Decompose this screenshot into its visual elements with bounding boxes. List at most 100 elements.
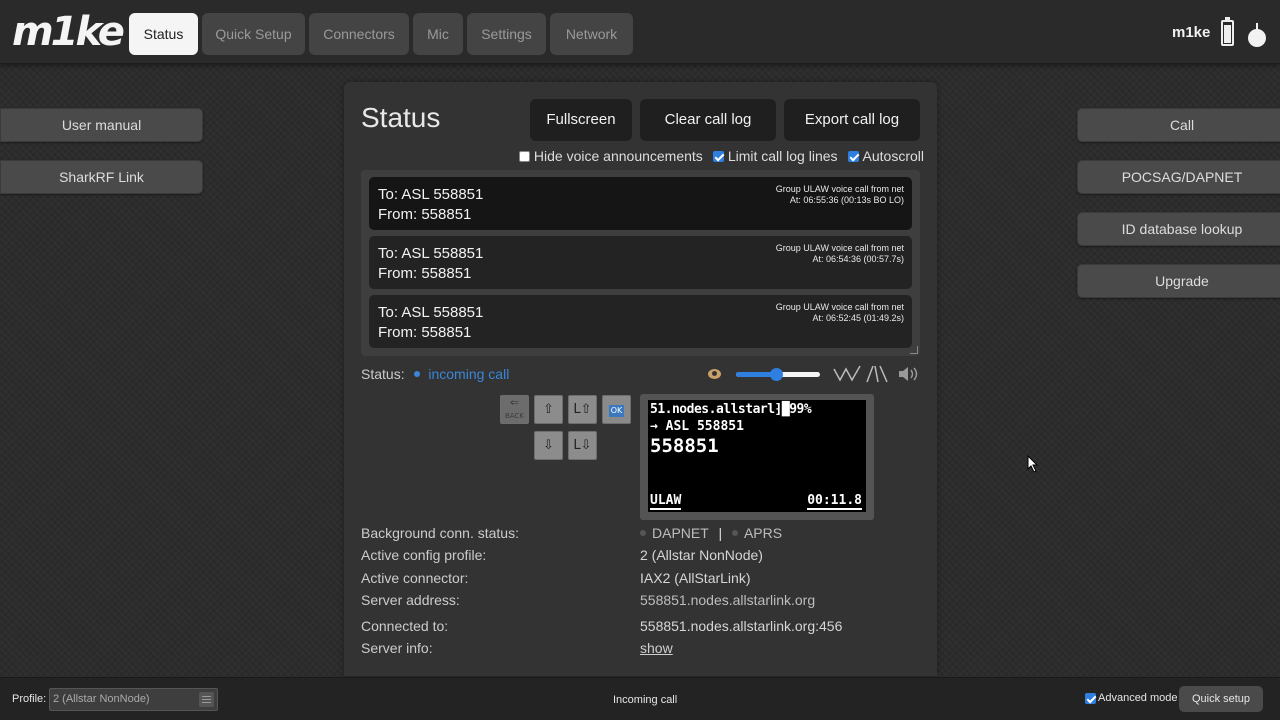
call-button[interactable]: Call bbox=[1077, 108, 1280, 142]
fullscreen-button[interactable]: Fullscreen bbox=[530, 99, 632, 141]
audio-graph-icon[interactable] bbox=[865, 365, 889, 383]
resize-handle-icon[interactable] bbox=[910, 346, 918, 354]
call-meta: Group ULAW voice call from net At: 06:52… bbox=[776, 302, 904, 324]
upgrade-button[interactable]: Upgrade bbox=[1077, 264, 1280, 298]
call-meta: Group ULAW voice call from net At: 06:54… bbox=[776, 243, 904, 265]
call-from: From: 558851 bbox=[378, 265, 472, 282]
tab-connectors[interactable]: Connectors bbox=[309, 13, 409, 55]
call-log[interactable]: To: ASL 558851 From: 558851 Group ULAW v… bbox=[361, 170, 920, 356]
call-log-entry[interactable]: To: ASL 558851 From: 558851 Group ULAW v… bbox=[369, 295, 912, 348]
lcd-display: 51.nodes.allstarl⁆█99% → ASL 558851 5588… bbox=[648, 400, 866, 512]
status-dot-icon bbox=[414, 371, 421, 377]
battery-icon bbox=[1221, 17, 1234, 46]
aprs-label: APRS bbox=[743, 525, 783, 541]
export-call-log-button[interactable]: Export call log bbox=[784, 99, 920, 141]
waveform-icon[interactable] bbox=[833, 365, 861, 383]
user-manual-button[interactable]: User manual bbox=[0, 108, 203, 142]
autoscroll-option[interactable]: Autoscroll bbox=[847, 148, 924, 164]
footer-bar: Profile: 2 (Allstar NonNode) Incoming ca… bbox=[0, 677, 1280, 720]
volume-slider[interactable] bbox=[736, 368, 820, 381]
aprs-status-icon bbox=[731, 530, 738, 536]
connected-to-label: Connected to: bbox=[361, 618, 449, 634]
lcd-line-1: 51.nodes.allstarl⁆█99% bbox=[650, 402, 812, 417]
hide-voice-option[interactable]: Hide voice announcements bbox=[518, 148, 703, 164]
hide-voice-checkbox[interactable] bbox=[518, 150, 530, 162]
list-icon bbox=[199, 692, 214, 707]
back-key[interactable]: ⇐ BACK bbox=[500, 395, 529, 424]
id-database-lookup-button[interactable]: ID database lookup bbox=[1077, 212, 1280, 246]
server-info-show-link[interactable]: show bbox=[640, 640, 673, 656]
call-type: Group ULAW voice call from net bbox=[775, 184, 904, 194]
ok-key-label: OK bbox=[608, 405, 625, 417]
advanced-mode-label: Advanced mode bbox=[1098, 692, 1178, 704]
quick-setup-button[interactable]: Quick setup bbox=[1179, 686, 1263, 712]
profile-select-value: 2 (Allstar NonNode) bbox=[53, 693, 150, 705]
status-label: Status: bbox=[361, 366, 405, 382]
profile-value: 2 (Allstar NonNode) bbox=[640, 547, 763, 563]
tab-settings[interactable]: Settings bbox=[467, 13, 546, 55]
connector-value: IAX2 (AllStarLink) bbox=[640, 570, 751, 586]
main-tabs: Status Quick Setup Connectors Mic Settin… bbox=[129, 13, 633, 55]
call-time: At: 06:55:36 (00:13s BO LO) bbox=[789, 195, 904, 205]
log-options: Hide voice announcements Limit call log … bbox=[474, 148, 924, 164]
mouse-cursor-icon bbox=[1027, 455, 1039, 473]
call-meta: Group ULAW voice call from net At: 06:55… bbox=[776, 184, 904, 206]
status-value: incoming call bbox=[428, 366, 510, 382]
dapnet-status-icon bbox=[640, 530, 646, 536]
logo: m1ke bbox=[12, 9, 125, 55]
up-key[interactable]: ⇧ bbox=[534, 395, 563, 424]
clear-call-log-button[interactable]: Clear call log bbox=[640, 99, 776, 141]
dapnet-label: DAPNET bbox=[652, 525, 709, 541]
connected-to-value: 558851.nodes.allstarlink.org:456 bbox=[640, 618, 843, 634]
separator: | bbox=[718, 525, 723, 541]
device-name: m1ke bbox=[1172, 24, 1211, 41]
power-icon[interactable] bbox=[1248, 23, 1266, 47]
tab-mic[interactable]: Mic bbox=[413, 13, 463, 55]
autoscroll-checkbox[interactable] bbox=[847, 150, 859, 162]
limit-lines-label: Limit call log lines bbox=[727, 148, 838, 164]
limit-lines-checkbox[interactable] bbox=[712, 150, 724, 162]
hide-voice-label: Hide voice announcements bbox=[533, 148, 703, 164]
call-from: From: 558851 bbox=[378, 324, 472, 341]
advanced-mode-checkbox[interactable] bbox=[1085, 692, 1096, 704]
down-key[interactable]: ⇩ bbox=[534, 431, 563, 460]
connector-label: Active connector: bbox=[361, 570, 469, 586]
server-address-label: Server address: bbox=[361, 592, 460, 608]
sharkrf-link-button[interactable]: SharkRF Link bbox=[0, 160, 203, 194]
speaker-icon[interactable] bbox=[897, 365, 921, 383]
lcd-line-3: 558851 bbox=[650, 435, 719, 457]
bg-status-label: Background conn. status: bbox=[361, 525, 519, 541]
call-log-entry[interactable]: To: ASL 558851 From: 558851 Group ULAW v… bbox=[369, 236, 912, 289]
lcd-timer: 00:11.8 bbox=[807, 493, 862, 510]
call-from: From: 558851 bbox=[378, 206, 472, 223]
limit-lines-option[interactable]: Limit call log lines bbox=[712, 148, 838, 164]
ok-key[interactable]: OK bbox=[602, 395, 631, 424]
call-time: At: 06:54:36 (00:57.7s) bbox=[812, 254, 904, 264]
lcd-display-frame: 51.nodes.allstarl⁆█99% → ASL 558851 5588… bbox=[640, 394, 874, 520]
lcd-codec: ULAW bbox=[650, 493, 682, 510]
profile-label: Active config profile: bbox=[361, 547, 487, 563]
call-log-entry[interactable]: To: ASL 558851 From: 558851 Group ULAW v… bbox=[369, 177, 912, 230]
tab-status[interactable]: Status bbox=[129, 13, 198, 55]
tab-quick-setup[interactable]: Quick Setup bbox=[202, 13, 305, 55]
tab-network[interactable]: Network bbox=[550, 13, 633, 55]
call-time: At: 06:52:45 (01:49.2s) bbox=[812, 313, 904, 323]
long-down-key[interactable]: L⇩ bbox=[568, 431, 597, 460]
volume-slider-knob[interactable] bbox=[770, 368, 784, 381]
lcd-line-2: → ASL 558851 bbox=[650, 419, 744, 434]
status-row: Status: incoming call bbox=[361, 366, 509, 382]
footer-profile-label: Profile: bbox=[12, 693, 47, 705]
advanced-mode-option[interactable]: Advanced mode bbox=[1085, 692, 1178, 704]
bg-status-value: DAPNET | APRS bbox=[640, 525, 782, 541]
top-navigation-bar: m1ke Status Quick Setup Connectors Mic S… bbox=[0, 0, 1280, 64]
back-arrow-icon: ⇐ bbox=[509, 396, 520, 409]
call-type: Group ULAW voice call from net bbox=[775, 243, 904, 253]
autoscroll-label: Autoscroll bbox=[862, 148, 924, 164]
server-info-label: Server info: bbox=[361, 640, 433, 656]
profile-select[interactable]: 2 (Allstar NonNode) bbox=[49, 688, 218, 711]
page-title: Status bbox=[361, 102, 441, 133]
pocsag-dapnet-button[interactable]: POCSAG/DAPNET bbox=[1077, 160, 1280, 194]
long-up-key[interactable]: L⇧ bbox=[568, 395, 597, 424]
footer-status-text: Incoming call bbox=[613, 694, 678, 706]
eye-icon[interactable] bbox=[708, 369, 721, 379]
